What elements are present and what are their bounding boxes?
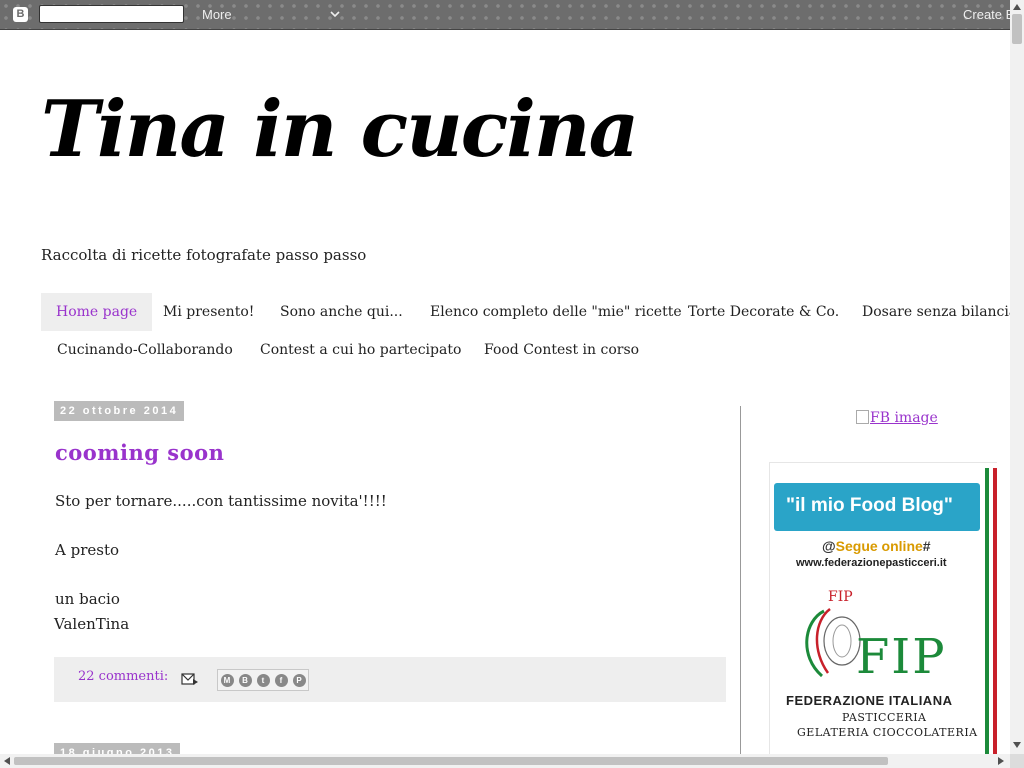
post-body-line: A presto: [55, 541, 120, 559]
badge-gelateria: GELATERIA CIOCCOLATERIA: [797, 726, 978, 739]
post-footer: 22 commenti: M B t f P: [54, 657, 726, 702]
share-twitter-icon[interactable]: t: [254, 670, 272, 690]
tab-cucinando-collaborando[interactable]: Cucinando-Collaborando: [42, 331, 248, 369]
scroll-down-icon[interactable]: [1012, 740, 1022, 750]
post-body-line: un bacio: [55, 590, 120, 608]
post-date: 22 ottobre 2014: [54, 401, 185, 421]
tab-sono-anche-qui[interactable]: Sono anche qui...: [265, 293, 418, 331]
fb-image-link[interactable]: FB image: [856, 410, 938, 426]
broken-image-icon: [856, 410, 869, 424]
share-pinterest-icon[interactable]: P: [290, 670, 308, 690]
tab-contest-partecipato[interactable]: Contest a cui ho partecipato: [245, 331, 476, 369]
share-buttons: M B t f P: [217, 669, 309, 691]
post-body-line: Sto per tornare.....con tantissime novit…: [55, 492, 387, 510]
comments-link[interactable]: 22 commenti:: [78, 669, 168, 684]
share-blogger-icon[interactable]: B: [236, 670, 254, 690]
page-tabs: Home page Mi presento! Sono anche qui...…: [41, 293, 1017, 369]
tab-torte-decorate[interactable]: Torte Decorate & Co.: [673, 293, 854, 331]
scroll-right-icon[interactable]: [996, 756, 1006, 766]
food-blog-badge[interactable]: "il mio Food Blog" @Segue online# www.fe…: [769, 462, 997, 756]
post-title[interactable]: cooming soon: [55, 440, 224, 465]
horizontal-scrollbar[interactable]: [0, 754, 1010, 768]
more-menu-button[interactable]: More: [202, 7, 232, 22]
fip-logo: FIP FIP: [805, 589, 947, 685]
share-email-icon[interactable]: M: [218, 670, 236, 690]
badge-header: "il mio Food Blog": [774, 483, 980, 531]
blogger-navbar: B More Create B: [0, 0, 1010, 30]
tab-dosare-senza-bilancia[interactable]: Dosare senza bilancia: [847, 293, 1024, 331]
blog-title[interactable]: Tina in cucina: [41, 84, 639, 175]
svg-text:FIP: FIP: [828, 589, 853, 605]
tab-food-contest[interactable]: Food Contest in corso: [469, 331, 654, 369]
blogger-logo-icon[interactable]: B: [13, 7, 28, 22]
scroll-left-icon[interactable]: [2, 756, 12, 766]
fb-image-alt-text: FB image: [870, 410, 938, 426]
search-input[interactable]: [39, 5, 184, 23]
column-divider: [740, 406, 741, 756]
tab-elenco-ricette[interactable]: Elenco completo delle "mie" ricette: [415, 293, 697, 331]
flag-stripe-red: [993, 468, 997, 756]
vertical-scrollbar[interactable]: [1010, 0, 1024, 754]
post-body-line: ValenTina: [54, 615, 130, 633]
badge-pasticceria: PASTICCERIA: [842, 711, 927, 724]
blog-description: Raccolta di ricette fotografate passo pa…: [41, 246, 367, 264]
scroll-up-icon[interactable]: [1012, 2, 1022, 12]
badge-header-text: "il mio Food Blog": [786, 495, 953, 516]
share-facebook-icon[interactable]: f: [272, 670, 290, 690]
badge-url: www.federazionepasticceri.it: [796, 557, 947, 569]
scrollbar-corner: [1010, 754, 1024, 768]
tab-home-page[interactable]: Home page: [41, 293, 153, 331]
vertical-scroll-thumb[interactable]: [1012, 14, 1022, 44]
chevron-down-icon[interactable]: [330, 9, 340, 19]
svg-text:FIP: FIP: [856, 629, 947, 685]
tab-mi-presento[interactable]: Mi presento!: [148, 293, 269, 331]
horizontal-scroll-thumb[interactable]: [14, 757, 888, 765]
badge-federazione: FEDERAZIONE ITALIANA: [786, 693, 953, 708]
create-blog-link[interactable]: Create B: [963, 7, 1010, 22]
badge-segue: @Segue online#: [822, 538, 931, 554]
email-post-icon[interactable]: [181, 672, 199, 686]
